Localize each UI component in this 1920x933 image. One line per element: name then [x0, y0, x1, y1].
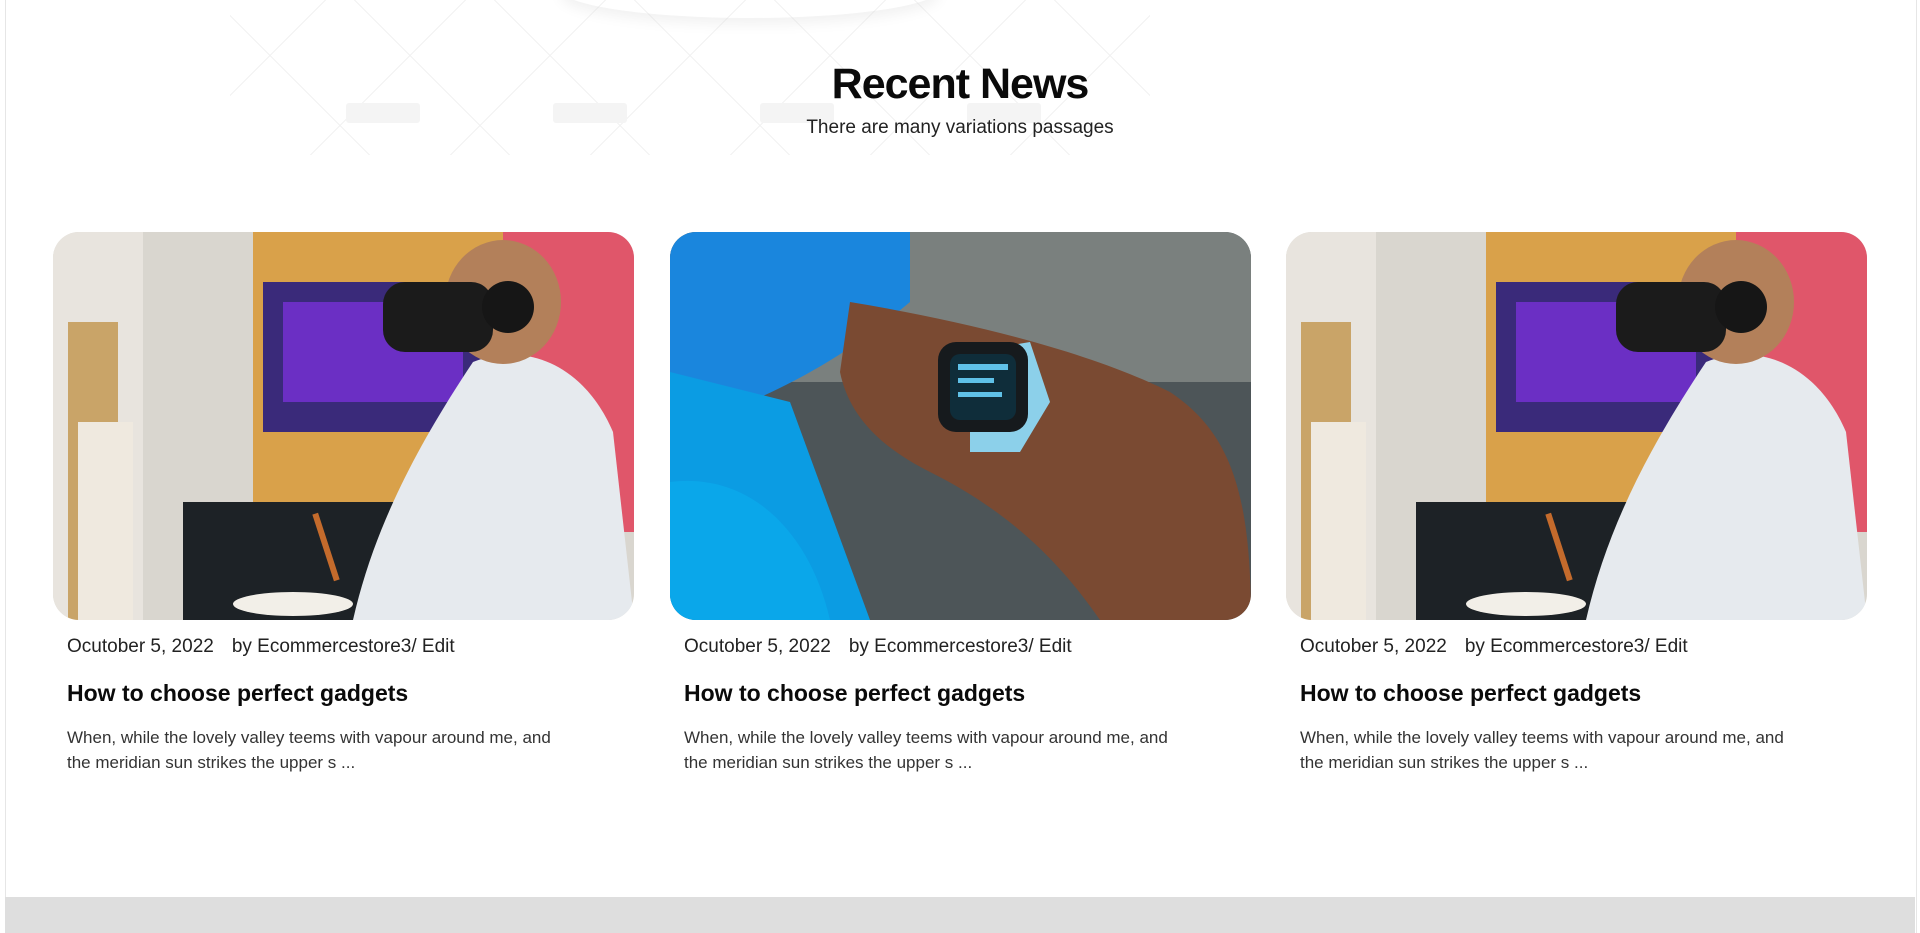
post-thumbnail[interactable]	[53, 232, 634, 620]
post-author[interactable]: by Ecommercestore3/ Edit	[849, 636, 1072, 658]
post-title[interactable]: How to choose perfect gadgets	[684, 680, 1251, 707]
post-excerpt: When, while the lovely valley teems with…	[1300, 728, 1784, 772]
news-card: Ocutober 5, 2022 by Ecommercestore3/ Edi…	[1286, 232, 1867, 775]
post-date: Ocutober 5, 2022	[1300, 636, 1447, 657]
post-meta: Ocutober 5, 2022 by Ecommercestore3/ Edi…	[67, 636, 634, 658]
news-card: Ocutober 5, 2022 by Ecommercestore3/ Edi…	[670, 232, 1251, 775]
post-date: Ocutober 5, 2022	[67, 636, 214, 657]
post-excerpt: When, while the lovely valley teems with…	[67, 728, 551, 772]
footer-band	[5, 897, 1915, 933]
post-title[interactable]: How to choose perfect gadgets	[1300, 680, 1867, 707]
post-author[interactable]: by Ecommercestore3/ Edit	[232, 636, 455, 658]
post-thumbnail[interactable]	[670, 232, 1251, 620]
post-title[interactable]: How to choose perfect gadgets	[67, 680, 634, 707]
post-thumbnail[interactable]	[1286, 232, 1867, 620]
post-meta: Ocutober 5, 2022 by Ecommercestore3/ Edi…	[684, 636, 1251, 658]
post-meta: Ocutober 5, 2022 by Ecommercestore3/ Edi…	[1300, 636, 1867, 658]
post-author[interactable]: by Ecommercestore3/ Edit	[1465, 636, 1688, 658]
section-subtitle: There are many variations passages	[806, 117, 1114, 138]
news-card: Ocutober 5, 2022 by Ecommercestore3/ Edi…	[53, 232, 634, 775]
post-date: Ocutober 5, 2022	[684, 636, 831, 657]
section-title: Recent News	[831, 60, 1090, 108]
post-excerpt: When, while the lovely valley teems with…	[684, 728, 1168, 772]
